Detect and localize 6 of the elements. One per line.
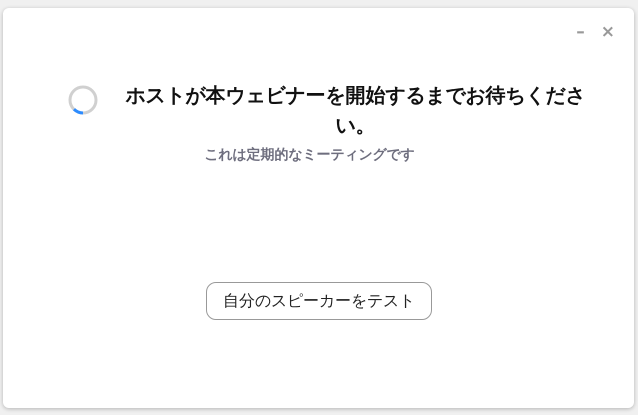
waiting-message: ホストが本ウェビナーを開始するまでお待ちください。 [124,82,586,139]
loading-spinner-icon [66,84,98,116]
meeting-type-note: これは定期的なミーティングです [204,146,414,164]
test-speaker-button[interactable]: 自分のスピーカーをテスト [206,282,432,320]
minimize-button[interactable]: – [573,20,588,44]
close-button[interactable]: × [598,20,618,44]
